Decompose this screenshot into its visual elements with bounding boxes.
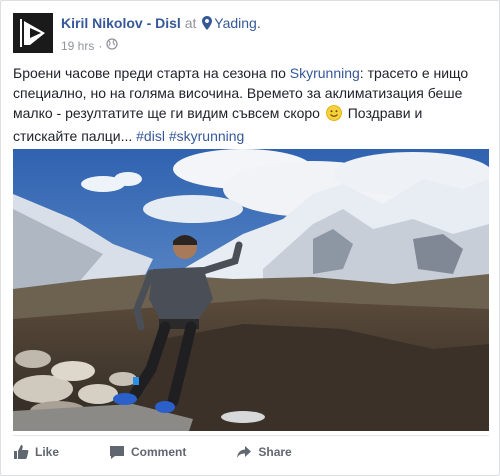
post-meta: Kiril Nikolov - Disl at Yading. 19 hrs · [61,14,481,55]
at-word: at [184,15,197,31]
hashtag-skyrunning[interactable]: #skyrunning [169,128,245,144]
comment-bubble-icon [110,445,125,459]
separator-dot: · [98,39,103,53]
post-card: Kiril Nikolov - Disl at Yading. 19 hrs ·… [0,0,500,476]
post-timestamp[interactable]: 19 hrs [61,37,94,55]
thumbs-up-icon [14,444,29,459]
post-header: Kiril Nikolov - Disl at Yading. 19 hrs · [13,13,483,53]
globe-icon [106,37,119,55]
skyrunning-link[interactable]: Skyrunning [290,65,360,81]
share-button[interactable]: Share [236,444,292,460]
post-actions: Like Comment Share [13,435,489,467]
location-link[interactable]: Yading. [214,15,260,31]
avatar[interactable] [13,13,53,53]
comment-button[interactable]: Comment [109,444,186,460]
author-name[interactable]: Kiril Nikolov - Disl [61,15,181,31]
share-label: Share [258,444,292,459]
mountain-photo [13,149,489,431]
post-text: Броени часове преди старта на сезона по … [13,63,489,146]
smiley-icon [325,105,342,126]
like-button[interactable]: Like [13,444,59,460]
text-part-1: Броени часове преди старта на сезона по [13,65,290,81]
location-pin-icon [202,16,213,34]
hashtag-disl[interactable]: #disl [136,128,165,144]
like-label: Like [35,444,60,459]
share-arrow-icon [237,445,252,458]
post-photo[interactable] [13,149,489,431]
disl-logo-icon [20,19,45,47]
comment-label: Comment [131,444,187,459]
